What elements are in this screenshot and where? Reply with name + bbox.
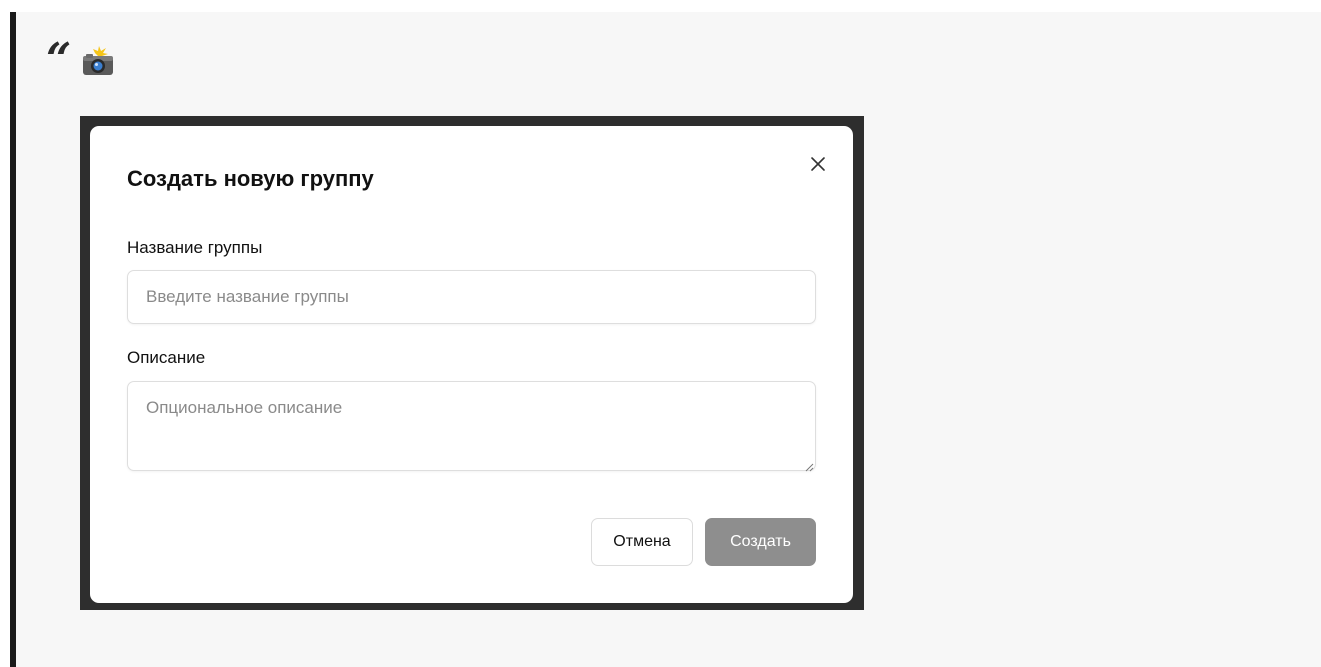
page-background: “ Создать новую группу Название группы В… (10, 12, 1321, 667)
quote-icon: “ (46, 34, 72, 85)
left-border-bar (10, 12, 16, 667)
create-group-dialog: Создать новую группу Название группы Опи… (90, 126, 853, 603)
description-textarea[interactable] (127, 381, 816, 471)
modal-backdrop: Создать новую группу Название группы Опи… (80, 116, 864, 610)
resize-handle-icon[interactable] (804, 459, 814, 472)
group-name-input[interactable] (127, 270, 816, 324)
camera-with-flash-icon (81, 46, 115, 76)
close-button[interactable] (806, 152, 830, 176)
cancel-button[interactable]: Отмена (591, 518, 693, 566)
close-icon (811, 157, 825, 171)
create-button[interactable]: Создать (705, 518, 816, 566)
group-name-label: Название группы (127, 238, 263, 257)
dialog-title: Создать новую группу (127, 166, 374, 191)
description-label: Описание (127, 348, 206, 367)
